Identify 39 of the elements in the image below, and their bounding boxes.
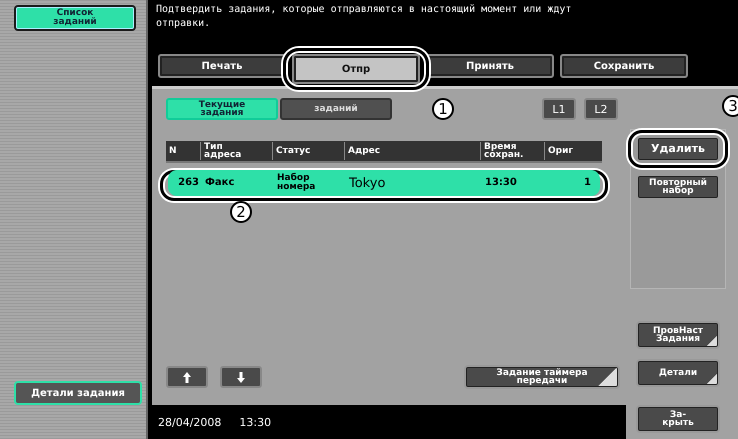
time-text: 13:30 — [239, 416, 272, 428]
tab[interactable]: Сохранить — [560, 54, 688, 78]
scroll-up-button[interactable] — [166, 366, 208, 388]
column-header: N — [168, 145, 178, 158]
tab[interactable]: Отпр — [292, 54, 420, 84]
table-cell-text: 1 — [583, 179, 592, 187]
table-cell-text: Tokyo — [348, 176, 386, 190]
callout-number: 1 — [432, 98, 454, 120]
line-button[interactable]: L2 — [584, 98, 618, 120]
column-header: Адрес — [344, 142, 480, 160]
side-button[interactable]: Повторный набор — [636, 174, 720, 200]
callout-number: 3 — [722, 95, 738, 117]
job-details-button[interactable]: Детали задания — [14, 381, 142, 405]
side-button[interactable]: ПровНаст Задания — [636, 321, 720, 349]
table-row[interactable]: 263 Факс Набор номера Tokyo 13:30 1 — [168, 170, 600, 196]
table-cell-text: 263 — [177, 179, 200, 187]
side-button[interactable]: Удалить — [636, 136, 720, 162]
column-header: Статус — [272, 142, 344, 160]
side-button[interactable]: Детали — [636, 359, 720, 387]
instruction-text: Подтвердить задания, которые отправляются в настоящий момент или ждут отправки. — [155, 3, 572, 31]
column-header: Время сохран. — [480, 142, 544, 160]
table-cell-text: Факс — [204, 179, 236, 187]
down-arrow-icon — [237, 372, 245, 382]
tab[interactable]: Принять — [426, 54, 554, 78]
sub-tab[interactable]: Текущие задания — [166, 98, 278, 120]
date-text: 28/04/2008 — [158, 416, 222, 428]
scroll-down-button[interactable] — [220, 366, 262, 388]
job-list-button[interactable]: Список заданий — [14, 5, 136, 31]
table-cell-text: 13:30 — [484, 179, 518, 187]
sub-tab[interactable]: заданий — [280, 98, 392, 120]
tab[interactable]: Печать — [158, 54, 286, 78]
table-cell-text: Набор номера — [276, 174, 316, 192]
up-arrow-icon — [183, 372, 191, 382]
timer-job-button[interactable]: Задание таймера передачи — [464, 365, 620, 389]
column-header: Тип адреса — [200, 142, 272, 160]
callout-number: 2 — [230, 201, 252, 223]
side-button[interactable]: За- крыть — [636, 405, 720, 433]
column-header: Ориг — [544, 142, 592, 160]
line-button[interactable]: L1 — [542, 98, 576, 120]
